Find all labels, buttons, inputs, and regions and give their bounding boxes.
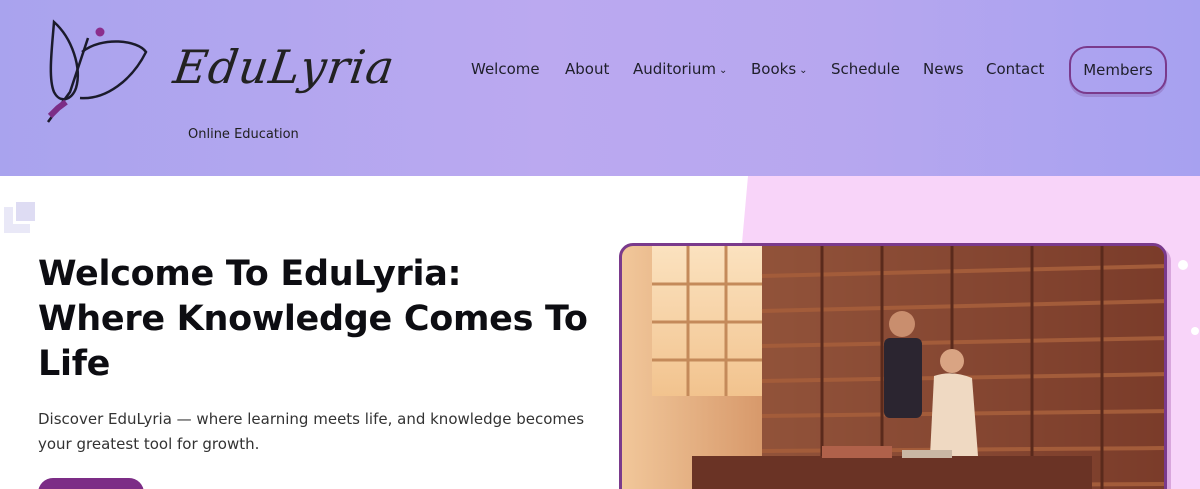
decorative-squares-icon (4, 199, 38, 233)
hero-description: Discover EduLyria — where learning meets… (38, 410, 585, 453)
nav-label: Auditorium (633, 60, 716, 78)
nav-label: Contact (986, 60, 1045, 78)
nav-welcome[interactable]: Welcome (471, 60, 540, 78)
nav-label: About (565, 60, 610, 78)
chevron-down-icon: ⌄ (799, 65, 808, 76)
members-button[interactable]: Members (1069, 46, 1167, 94)
nav-books[interactable]: Books ⌄ (751, 60, 808, 78)
nav-label: Books (751, 60, 797, 78)
library-scene-illustration (622, 246, 1164, 489)
nav-contact[interactable]: Contact (986, 60, 1044, 78)
nav-label: News (923, 60, 964, 78)
nav-schedule[interactable]: Schedule (831, 60, 900, 78)
hero-image (619, 243, 1167, 489)
hero-cta-button[interactable] (38, 478, 144, 489)
hero-title: Welcome To EduLyria: Where Knowledge Com… (38, 254, 588, 384)
site-header: EduLyria Online Education Welcome About … (0, 0, 1200, 176)
nav-news[interactable]: News (923, 60, 964, 78)
main-nav: Welcome About Auditorium ⌄ Books ⌄ Schedul… (0, 60, 1200, 80)
nav-about[interactable]: About (565, 60, 609, 78)
site-logo[interactable]: EduLyria Online Education (42, 18, 398, 158)
nav-label: Welcome (471, 60, 540, 78)
nav-auditorium[interactable]: Auditorium ⌄ (633, 60, 727, 78)
brand-tagline: Online Education (188, 127, 299, 142)
nav-label: Schedule (831, 60, 900, 78)
decorative-dot (1191, 327, 1199, 335)
decorative-dot (1178, 260, 1188, 270)
chevron-down-icon: ⌄ (718, 65, 728, 76)
